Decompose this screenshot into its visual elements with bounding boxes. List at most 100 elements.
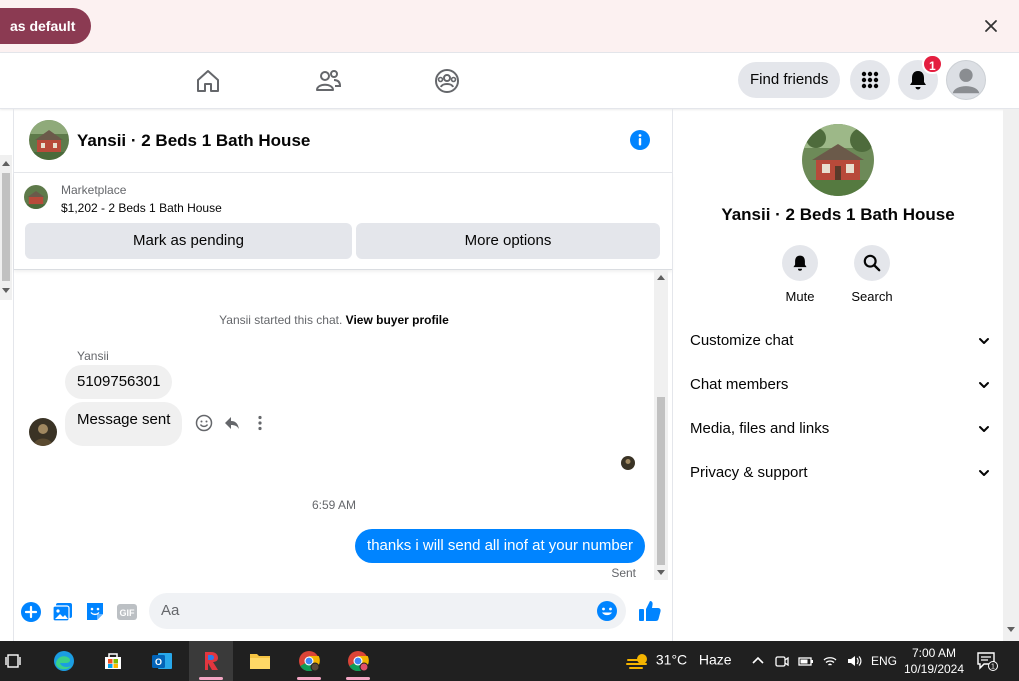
messages-scrollbar[interactable] (654, 270, 668, 580)
weather-widget[interactable]: 31°C Haze (626, 651, 732, 671)
sender-name: Yansii (77, 349, 109, 363)
scroll-thumb[interactable] (657, 397, 665, 565)
outlook-button[interactable]: O (140, 641, 184, 681)
more-options-button[interactable]: More options (356, 223, 660, 259)
scroll-up-icon[interactable] (657, 274, 665, 282)
message-list: Yansii started this chat. View buyer pro… (14, 270, 654, 580)
row-label: Customize chat (690, 332, 794, 349)
language-indicator[interactable]: ENG (871, 654, 897, 668)
friends-icon[interactable] (314, 67, 342, 95)
search-button[interactable]: Search (842, 245, 902, 304)
file-explorer-button[interactable] (238, 641, 282, 681)
chat-started-notice: Yansii started this chat. View buyer pro… (14, 313, 654, 327)
outlook-icon: O (152, 653, 172, 669)
active-app-button[interactable] (189, 641, 233, 681)
row-label: Media, files and links (690, 420, 830, 437)
meet-now-icon[interactable] (774, 653, 790, 669)
chevron-down-icon (979, 382, 989, 388)
search-icon (863, 254, 881, 272)
message-input[interactable]: Aa (149, 593, 626, 629)
page-scrollbar[interactable] (1003, 109, 1019, 641)
chat-avatar[interactable] (29, 120, 69, 160)
chrome-icon (348, 651, 369, 672)
scroll-down-icon[interactable] (1007, 627, 1015, 633)
chat-title[interactable]: Yansii · 2 Beds 1 Bath House (77, 131, 310, 151)
reply-icon[interactable] (223, 414, 241, 432)
chat-members-row[interactable]: Chat members (690, 367, 990, 403)
volume-icon[interactable] (846, 653, 862, 669)
weather-condition: Haze (698, 651, 732, 668)
clock[interactable]: 7:00 AM 10/19/2024 (903, 645, 965, 677)
sticker-icon[interactable] (84, 601, 106, 623)
marketplace-label: Marketplace (61, 183, 127, 197)
media-files-links-row[interactable]: Media, files and links (690, 411, 990, 447)
mark-as-pending-button[interactable]: Mark as pending (25, 223, 352, 259)
clock-time: 7:00 AM (911, 646, 957, 660)
action-center-button[interactable]: 1 (976, 651, 998, 671)
scroll-down-icon[interactable] (657, 568, 665, 576)
battery-icon[interactable] (798, 653, 814, 669)
marketplace-listing-bar: Marketplace $1,202 - 2 Beds 1 Bath House… (14, 173, 672, 270)
sidebar-scrollbar[interactable] (0, 155, 12, 300)
account-button[interactable] (946, 60, 986, 100)
outgoing-message[interactable]: thanks i will send all inof at your numb… (355, 529, 645, 563)
store-icon (105, 653, 121, 669)
emoji-icon[interactable] (596, 600, 618, 622)
chevron-down-icon (979, 426, 989, 432)
set-default-button[interactable]: as default (0, 8, 92, 44)
message-actions (195, 413, 269, 433)
privacy-support-row[interactable]: Privacy & support (690, 455, 990, 491)
message-placeholder: Aa (161, 602, 180, 619)
mute-button[interactable]: Mute (770, 245, 830, 304)
scroll-up-icon[interactable] (2, 160, 10, 166)
svg-text:1: 1 (991, 664, 995, 671)
incoming-message[interactable]: Message sent (65, 402, 183, 446)
grid-menu-icon (861, 71, 879, 89)
scroll-down-icon[interactable] (2, 288, 10, 294)
listing-title[interactable]: $1,202 - 2 Beds 1 Bath House (61, 201, 222, 215)
notification-badge: 1 (922, 54, 943, 74)
row-label: Privacy & support (690, 464, 808, 481)
sender-avatar[interactable] (29, 418, 57, 446)
bell-icon (793, 255, 807, 271)
house-photo-icon (24, 185, 48, 209)
edge-icon (54, 651, 74, 671)
avatar-icon (952, 68, 980, 94)
incoming-message[interactable]: 5109756301 (65, 365, 173, 399)
task-view-button[interactable] (0, 641, 36, 681)
gif-icon[interactable]: GIF (116, 601, 138, 623)
listing-thumbnail[interactable] (24, 185, 48, 209)
photo-icon[interactable] (52, 601, 74, 623)
close-icon[interactable] (981, 16, 1001, 36)
panel-title: Yansii · 2 Beds 1 Bath House (721, 205, 955, 224)
more-icon[interactable] (251, 414, 269, 432)
chrome-profile-button[interactable] (336, 641, 380, 681)
clock-date: 10/19/2024 (903, 662, 965, 676)
default-browser-banner: as default (0, 0, 1019, 53)
menu-button[interactable] (850, 60, 890, 100)
chat-started-text: Yansii started this chat. (219, 313, 343, 327)
panel-avatar[interactable] (802, 124, 874, 196)
store-button[interactable] (91, 641, 135, 681)
folder-icon (250, 654, 270, 669)
plus-icon[interactable] (20, 601, 42, 623)
active-indicator (297, 677, 321, 680)
search-label: Search (851, 289, 893, 304)
active-indicator (199, 677, 223, 680)
info-icon[interactable] (629, 129, 651, 151)
view-buyer-profile-link[interactable]: View buyer profile (346, 313, 449, 327)
home-icon[interactable] (194, 67, 222, 95)
message-composer: GIF Aa (14, 590, 672, 634)
groups-icon[interactable] (433, 67, 461, 95)
customize-chat-row[interactable]: Customize chat (690, 323, 990, 359)
haze-icon (626, 654, 647, 669)
chrome-button[interactable] (287, 641, 331, 681)
chat-header: Yansii · 2 Beds 1 Bath House (14, 109, 672, 173)
wifi-icon[interactable] (822, 653, 838, 669)
scroll-thumb[interactable] (2, 173, 10, 281)
chevron-up-icon[interactable] (750, 653, 766, 669)
thumbs-up-icon[interactable] (638, 599, 662, 623)
edge-button[interactable] (42, 641, 86, 681)
react-icon[interactable] (195, 414, 213, 432)
find-friends-button[interactable]: Find friends (738, 62, 841, 98)
